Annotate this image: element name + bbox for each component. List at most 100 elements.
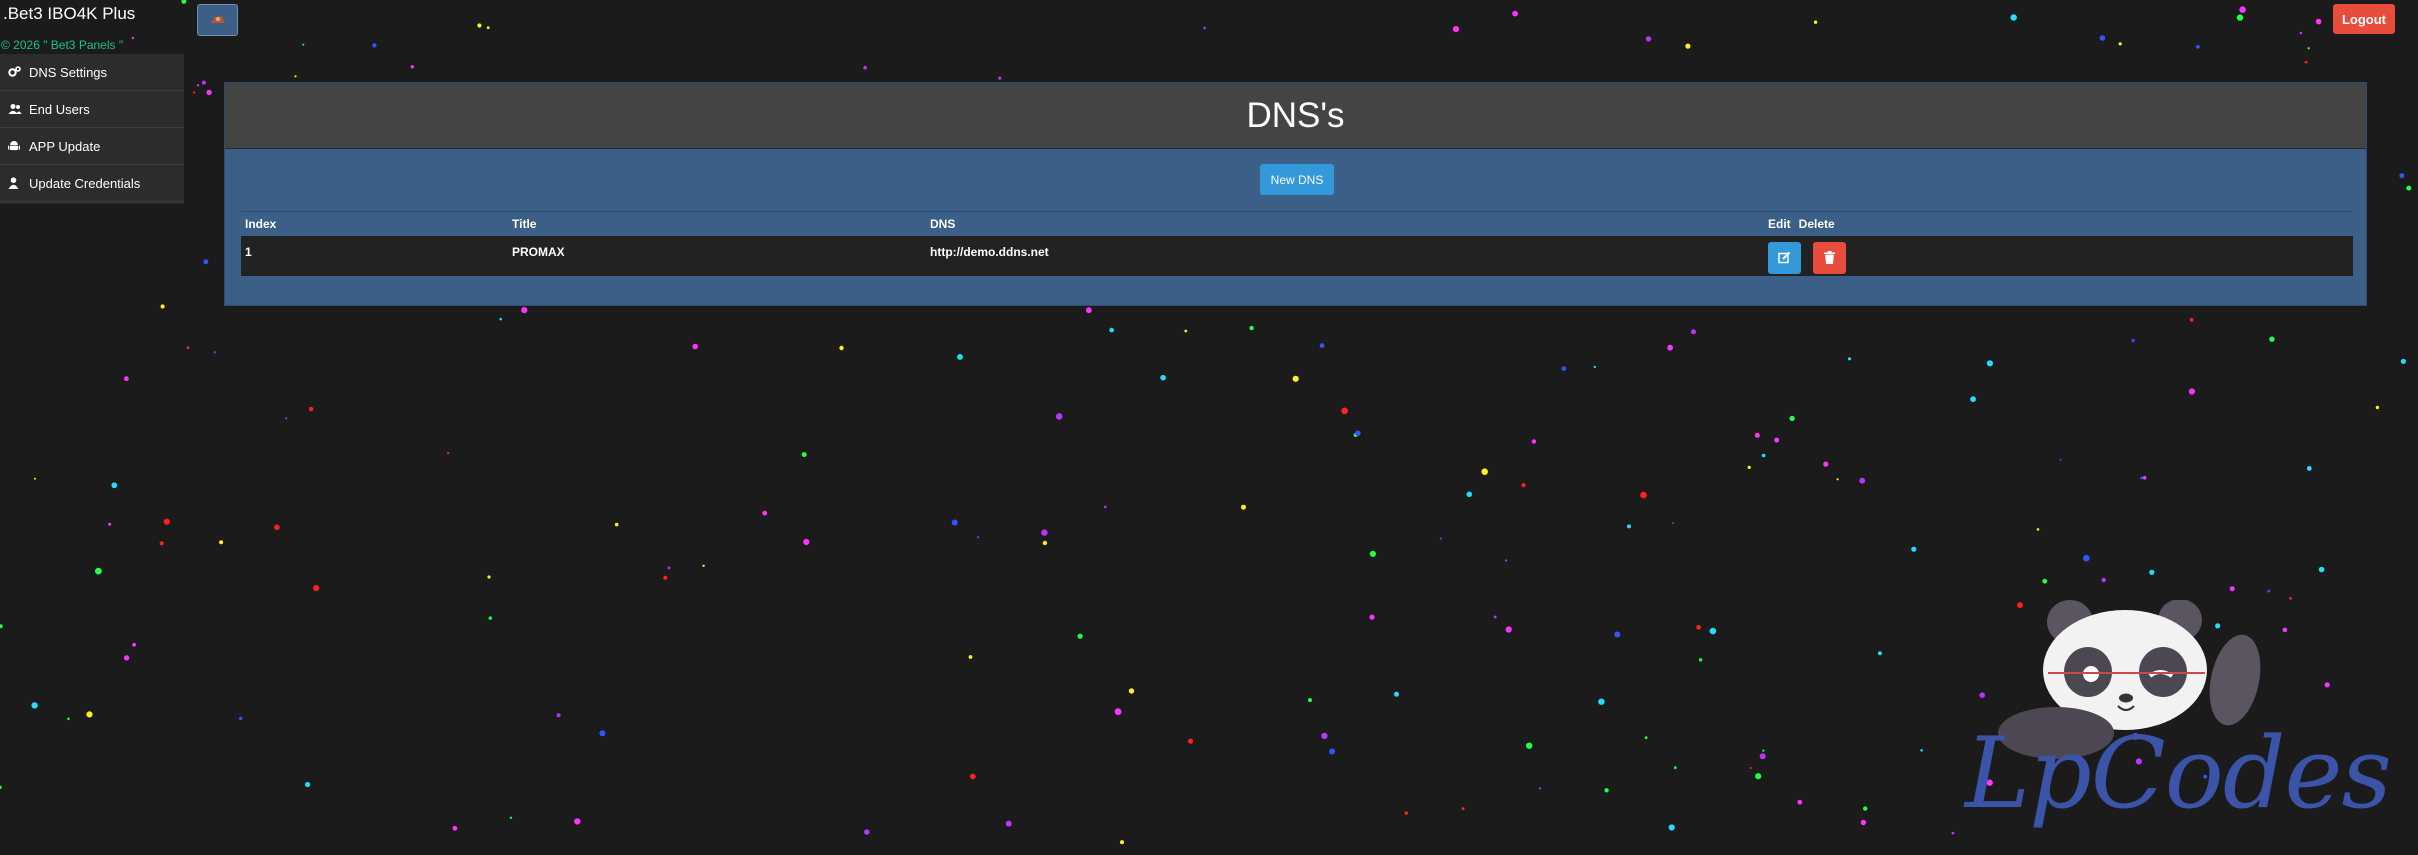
sidebar-item-label: End Users (29, 101, 90, 117)
star-dot (1119, 840, 1125, 845)
star-dot (0, 785, 2, 789)
star-dot (1627, 524, 1631, 529)
star-dot (203, 259, 209, 265)
star-dot (1369, 614, 1375, 620)
table-header-row: Index Title DNS Edit Delete (241, 211, 2353, 236)
star-dot (159, 541, 164, 546)
star-dot (160, 304, 165, 309)
star-dot (1128, 688, 1135, 694)
star-dot (1505, 626, 1512, 633)
star-dot (1774, 437, 1780, 443)
star-dot (2299, 31, 2303, 35)
table-row: 1 PROMAX http://demo.ddns.net (241, 235, 2353, 276)
star-dot (1859, 477, 1866, 484)
star-dot (1986, 360, 1993, 367)
star-dot (1877, 651, 1882, 656)
star-dot (2307, 47, 2310, 50)
star-dot (1461, 807, 1465, 811)
star-dot (2375, 405, 2380, 410)
star-dot (2140, 476, 2144, 480)
star-dot (124, 376, 129, 382)
cell-title: PROMAX (508, 235, 926, 276)
sidebar-item-dns-settings[interactable]: DNS Settings (0, 54, 184, 91)
column-header-index: Index (241, 211, 508, 236)
new-dns-button[interactable]: New DNS (1260, 164, 1334, 195)
sidebar-item-end-users[interactable]: End Users (0, 91, 184, 128)
star-dot (1604, 788, 1609, 793)
column-header-dns: DNS (926, 211, 1764, 236)
star-dot (2099, 35, 2106, 41)
star-dot (1797, 799, 1803, 805)
star-dot (305, 781, 311, 788)
star-dot (2196, 45, 2200, 49)
star-dot (1920, 749, 1923, 752)
star-dot (1452, 26, 1460, 33)
star-dot (663, 575, 668, 580)
star-dot (2318, 566, 2325, 573)
star-dot (1709, 627, 1717, 635)
star-dot (957, 354, 963, 360)
star-dot (1561, 366, 1567, 371)
star-dot (2267, 589, 2271, 593)
star-dot (1673, 766, 1677, 770)
star-dot (574, 818, 581, 825)
star-dot (1404, 811, 1409, 815)
star-dot (803, 538, 810, 546)
star-dot (2269, 336, 2275, 342)
star-dot (951, 519, 958, 526)
star-dot (219, 540, 224, 545)
star-dot (372, 43, 377, 48)
star-dot (111, 482, 118, 489)
star-dot (1505, 559, 1508, 562)
star-dot (1970, 396, 1976, 403)
star-dot (1593, 365, 1597, 369)
star-dot (1329, 748, 1336, 755)
star-dot (1184, 329, 1188, 333)
star-dot (1203, 26, 1206, 30)
star-dot (192, 91, 196, 94)
star-dot (313, 585, 320, 592)
star-dot (863, 65, 867, 70)
star-dot (2400, 358, 2406, 364)
star-dot (1355, 430, 1361, 437)
star-dot (1493, 615, 1497, 619)
star-dot (969, 773, 976, 780)
star-dot (294, 75, 297, 78)
star-dot (614, 522, 619, 527)
star-dot (1696, 624, 1701, 630)
sidebar-item-update-credentials[interactable]: Update Credentials (0, 165, 184, 202)
star-dot (488, 616, 492, 620)
star-dot (206, 89, 212, 96)
sidebar-item-app-update[interactable]: APP Update (0, 128, 184, 165)
star-dot (1042, 540, 1048, 546)
gears-icon (8, 66, 24, 78)
star-dot (486, 26, 490, 30)
star-dot (213, 351, 217, 354)
star-dot (2083, 554, 2090, 562)
star-dot (123, 655, 130, 661)
star-dot (1860, 819, 1867, 826)
star-dot (1241, 504, 1246, 510)
star-dot (1762, 749, 1765, 752)
star-dot (1077, 633, 1083, 639)
star-dot (1539, 787, 1542, 790)
star-dot (1761, 453, 1766, 458)
star-dot (201, 80, 206, 85)
star-dot (1667, 344, 1673, 351)
star-dot (446, 451, 450, 455)
star-dot (131, 36, 135, 40)
star-dot (452, 825, 458, 831)
logo-icon (210, 15, 225, 23)
star-dot (2131, 338, 2135, 343)
star-dot (1668, 824, 1675, 831)
star-dot (1308, 698, 1312, 703)
sidebar-toggle-button[interactable] (197, 4, 238, 36)
logout-button[interactable]: Logout (2333, 4, 2395, 34)
star-dot (2059, 458, 2062, 461)
delete-button[interactable] (1813, 241, 1847, 274)
star-dot (1614, 631, 1621, 638)
edit-button[interactable] (1768, 241, 1801, 274)
star-dot (2229, 586, 2235, 592)
star-dot (1466, 491, 1473, 498)
star-dot (274, 524, 280, 531)
